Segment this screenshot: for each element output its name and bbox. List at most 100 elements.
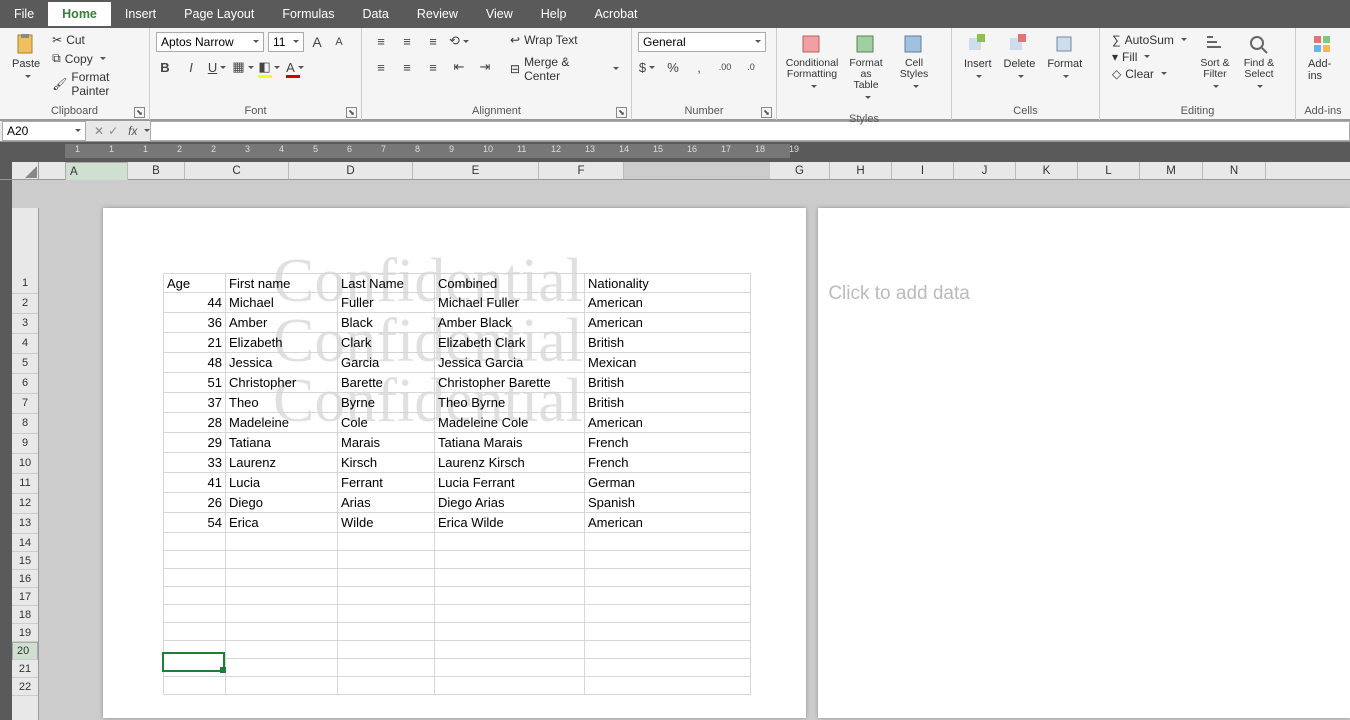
cancel-icon[interactable]: ✕ [94,124,104,138]
data-cell[interactable]: Fuller [338,293,435,313]
name-box[interactable]: A20 [2,121,86,141]
clipboard-dialog-icon[interactable]: ⬊ [134,107,145,118]
col-header-M[interactable]: M [1140,162,1203,179]
data-cell[interactable]: Jessica Garcia [435,353,585,373]
data-cell[interactable]: Black [338,313,435,333]
data-cell[interactable]: Marais [338,433,435,453]
row-header-1[interactable]: 1 [12,274,38,294]
page-2[interactable]: Click to add data [818,208,1350,718]
format-button[interactable]: Format [1041,32,1088,86]
header-cell[interactable]: Last Name [338,273,435,293]
col-header-G[interactable]: G [770,162,830,179]
wrap-text-button[interactable]: ↩Wrap Text [508,32,621,48]
col-header-A[interactable]: A [65,162,128,182]
col-header-D[interactable]: D [289,162,413,179]
align-top-icon[interactable]: ≡ [372,32,390,50]
data-cell[interactable]: German [585,473,751,493]
data-cell[interactable]: Christopher Barette [435,373,585,393]
decrease-decimal-icon[interactable]: .0 [742,58,760,76]
row-header-20[interactable]: 20 [12,642,38,660]
row-header-5[interactable]: 5 [12,354,38,374]
menu-tab-page-layout[interactable]: Page Layout [170,2,268,26]
autosum-button[interactable]: ∑AutoSum [1110,32,1189,48]
data-grid[interactable]: AgeFirst nameLast NameCombinedNationalit… [163,273,751,695]
row-header-21[interactable]: 21 [12,660,38,678]
menu-tab-insert[interactable]: Insert [111,2,170,26]
col-header-K[interactable]: K [1016,162,1078,179]
sort-filter-button[interactable]: Sort & Filter [1193,32,1237,96]
header-cell[interactable]: Combined [435,273,585,293]
data-cell[interactable]: Elizabeth [226,333,338,353]
row-header-14[interactable]: 14 [12,534,38,552]
data-cell[interactable]: Jessica [226,353,338,373]
data-cell[interactable]: 54 [163,513,226,533]
header-cell[interactable]: Nationality [585,273,751,293]
data-cell[interactable]: Amber Black [435,313,585,333]
align-middle-icon[interactable]: ≡ [398,32,416,50]
orientation-icon[interactable]: ⟲ [450,32,468,50]
formula-input[interactable] [150,121,1350,141]
data-cell[interactable]: 26 [163,493,226,513]
row-header-3[interactable]: 3 [12,314,38,334]
data-cell[interactable]: Michael [226,293,338,313]
data-cell[interactable]: Wilde [338,513,435,533]
delete-button[interactable]: Delete [998,32,1042,86]
data-cell[interactable]: Laurenz Kirsch [435,453,585,473]
menu-tab-acrobat[interactable]: Acrobat [580,2,651,26]
font-color-button[interactable]: A [286,58,304,76]
data-cell[interactable]: Kirsch [338,453,435,473]
shrink-font-icon[interactable]: A [330,33,348,51]
col-header-F[interactable]: F [539,162,624,179]
align-left-icon[interactable]: ≡ [372,58,390,76]
data-cell[interactable]: 36 [163,313,226,333]
menu-tab-formulas[interactable]: Formulas [268,2,348,26]
row-header-2[interactable]: 2 [12,294,38,314]
data-cell[interactable]: Diego Arias [435,493,585,513]
col-header-C[interactable]: C [185,162,289,179]
col-header-E[interactable]: E [413,162,539,179]
font-size-select[interactable]: 11 [268,32,304,52]
fx-icon[interactable]: fx [124,124,141,138]
data-cell[interactable]: Byrne [338,393,435,413]
row-header-19[interactable]: 19 [12,624,38,642]
data-cell[interactable]: 33 [163,453,226,473]
data-cell[interactable]: Theo Byrne [435,393,585,413]
row-header-22[interactable]: 22 [12,678,38,696]
number-dialog-icon[interactable]: ⬊ [761,107,772,118]
data-cell[interactable]: Elizabeth Clark [435,333,585,353]
font-dialog-icon[interactable]: ⬊ [346,107,357,118]
bold-button[interactable]: B [156,58,174,76]
data-cell[interactable]: Amber [226,313,338,333]
fill-color-button[interactable]: ◧ [260,58,278,76]
conditional-formatting-button[interactable]: Conditional Formatting [783,32,841,96]
percent-icon[interactable]: % [664,58,682,76]
currency-icon[interactable]: $ [638,58,656,76]
menu-tab-home[interactable]: Home [48,2,111,26]
data-cell[interactable]: 28 [163,413,226,433]
row-header-15[interactable]: 15 [12,552,38,570]
indent-decrease-icon[interactable]: ⇤ [450,58,468,76]
data-cell[interactable]: American [585,513,751,533]
data-cell[interactable]: Tatiana [226,433,338,453]
copy-button[interactable]: ⧉Copy [50,50,139,67]
row-header-12[interactable]: 12 [12,494,38,514]
data-cell[interactable]: 48 [163,353,226,373]
select-all-corner[interactable] [12,162,39,179]
addins-button[interactable]: Add-ins [1302,32,1344,84]
menu-tab-review[interactable]: Review [403,2,472,26]
merge-center-button[interactable]: ⊟Merge & Center [508,54,621,84]
data-cell[interactable]: 51 [163,373,226,393]
data-cell[interactable]: Lucia [226,473,338,493]
data-cell[interactable]: American [585,313,751,333]
format-as-table-button[interactable]: Format as Table [841,32,891,107]
row-header-17[interactable]: 17 [12,588,38,606]
menu-tab-file[interactable]: File [0,2,48,26]
data-cell[interactable]: Arias [338,493,435,513]
menu-tab-data[interactable]: Data [348,2,402,26]
data-cell[interactable]: American [585,413,751,433]
row-header-7[interactable]: 7 [12,394,38,414]
data-cell[interactable]: Lucia Ferrant [435,473,585,493]
data-cell[interactable]: 44 [163,293,226,313]
selected-cell[interactable] [162,652,225,672]
find-select-button[interactable]: Find & Select [1237,32,1281,96]
